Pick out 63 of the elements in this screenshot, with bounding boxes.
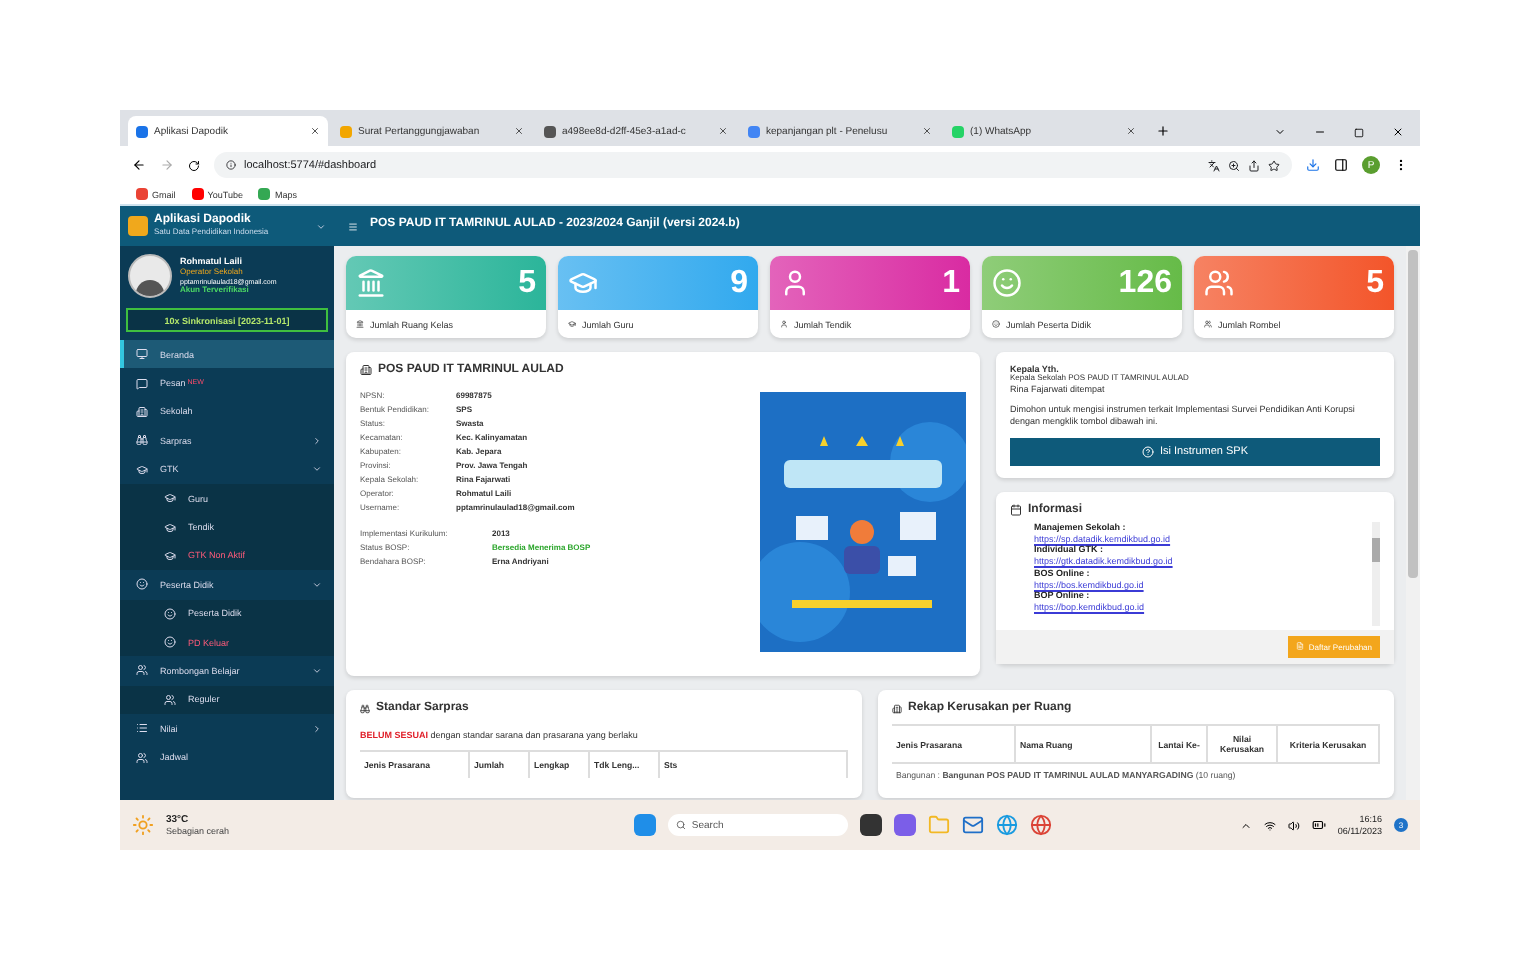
side-panel-icon[interactable]	[1334, 158, 1348, 172]
smiley-icon	[992, 268, 1022, 298]
graduation-cap-icon	[568, 320, 576, 328]
smiley-icon	[136, 578, 148, 591]
close-icon[interactable]	[1392, 126, 1404, 138]
battery-icon[interactable]	[1311, 818, 1326, 832]
caret-icon	[312, 464, 322, 475]
maximize-icon[interactable]	[1354, 127, 1364, 137]
caret-icon[interactable]	[1239, 819, 1252, 831]
scrollbar[interactable]	[1406, 246, 1420, 800]
start-icon[interactable]	[633, 814, 656, 836]
building-icon	[136, 405, 148, 418]
smiley-icon	[164, 607, 176, 620]
caret-icon[interactable]	[316, 221, 326, 231]
browser-icon[interactable]	[1029, 814, 1052, 836]
graduation-cap-icon	[164, 549, 176, 562]
list-icon	[136, 722, 148, 735]
graduation-cap-icon	[568, 268, 598, 298]
smiley-icon	[992, 320, 1000, 328]
wifi-icon[interactable]	[1263, 819, 1276, 831]
graduation-cap-icon	[164, 521, 176, 534]
download-icon[interactable]	[1306, 158, 1320, 172]
graduation-cap-icon	[136, 463, 148, 476]
logo-icon	[128, 216, 148, 236]
document-icon	[1296, 642, 1305, 651]
users-icon	[164, 693, 176, 706]
menu-icon[interactable]	[1394, 158, 1408, 172]
tab-list-icon[interactable]	[1274, 126, 1286, 138]
smiley-icon	[164, 636, 176, 649]
zoom-icon[interactable]	[1228, 159, 1240, 171]
monitor-icon	[136, 348, 148, 361]
bank-icon	[356, 268, 386, 298]
binoculars-icon	[360, 703, 370, 713]
users-icon	[136, 664, 148, 677]
users-icon	[136, 751, 148, 764]
caret-icon	[312, 665, 322, 676]
building-icon	[360, 364, 372, 376]
graduation-cap-icon	[164, 492, 176, 505]
calendar-icon	[1010, 503, 1022, 516]
caret-icon	[312, 723, 322, 734]
reload-icon[interactable]	[188, 159, 200, 171]
info-icon	[226, 160, 236, 170]
minimize-icon[interactable]	[1314, 126, 1326, 138]
user-icon	[780, 268, 810, 298]
browser-icon[interactable]	[995, 814, 1018, 836]
binoculars-icon	[136, 434, 148, 447]
avatar	[128, 254, 172, 298]
mail-icon[interactable]	[961, 814, 984, 836]
star-icon[interactable]	[1268, 159, 1280, 171]
building-icon	[892, 703, 902, 713]
bank-icon	[356, 320, 364, 328]
caret-icon	[312, 435, 322, 446]
back-icon[interactable]	[132, 158, 146, 172]
help-icon	[1141, 445, 1154, 458]
users-icon	[1204, 320, 1212, 328]
user-icon	[780, 320, 788, 328]
volume-icon[interactable]	[1287, 819, 1300, 831]
translate-icon[interactable]	[1208, 159, 1220, 171]
users-icon	[1204, 268, 1234, 298]
new-tab-icon[interactable]	[1156, 124, 1170, 138]
caret-icon	[312, 579, 322, 590]
search-icon	[675, 820, 686, 830]
share-icon[interactable]	[1248, 159, 1260, 171]
